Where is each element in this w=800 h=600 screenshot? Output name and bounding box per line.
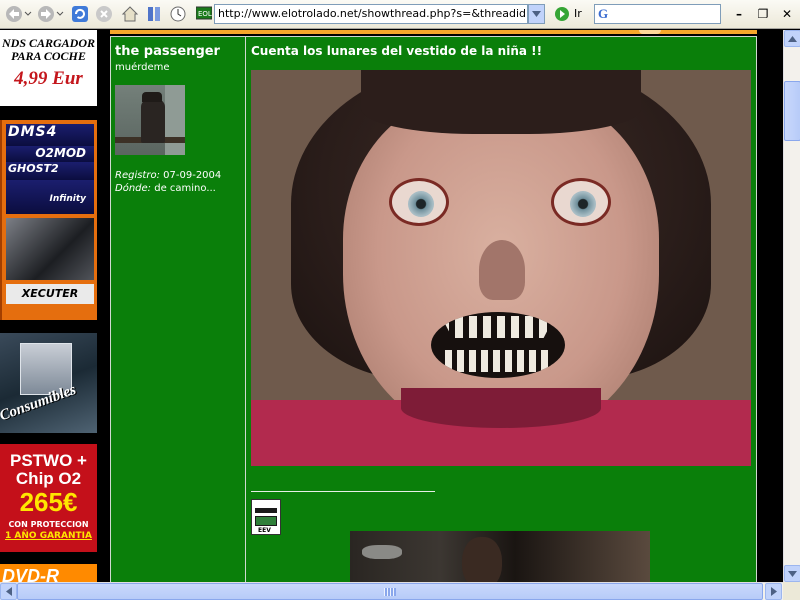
forward-arrow-icon [38,6,64,22]
close-button[interactable]: ✕ [778,5,796,23]
ad4-line4: 1 AÑO GARANTIA [5,531,92,541]
registration-label: Registro: [115,170,160,181]
stop-icon [96,6,112,22]
scroll-right-button[interactable] [765,583,782,600]
browser-toolbar: EOL http://www.elotrolado.net/showthread… [0,0,800,29]
ad2-title: DMS4 [6,124,94,146]
stop-button[interactable] [94,4,114,24]
search-engine-logo: G [598,6,609,21]
scroll-up-button[interactable] [784,30,800,47]
scroll-up-arrow-icon [788,35,797,42]
signature-image[interactable] [350,531,650,582]
search-input[interactable]: G [594,4,721,24]
message-title: Cuenta los lunares del vestido de la niñ… [251,44,543,58]
horizontal-scroll-thumb[interactable] [17,583,763,600]
scroll-down-arrow-icon [788,570,797,577]
address-bar[interactable]: http://www.elotrolado.net/showthread.php… [214,4,528,24]
ad-column: NDS CARGADOR PARA COCHE 4,99 Eur DMS4 O2… [0,30,97,600]
history-button[interactable] [168,4,188,24]
console-image [6,218,94,280]
signature-badge-icon[interactable]: EEV [251,499,281,535]
forum-post: the passenger muérdeme Registro: 07-09-2… [110,36,757,582]
ad2-ghost: GHOST2 [6,162,94,180]
svg-text:EOL: EOL [198,10,212,18]
refresh-icon [72,6,88,22]
ad2-o2mod: O2MOD [6,146,94,162]
ad-nds-charger[interactable]: NDS CARGADOR PARA COCHE 4,99 Eur [0,30,97,106]
back-button[interactable] [4,4,32,24]
ad2-xecuter: XECUTER [6,284,94,304]
ad1-line2: PARA COCHE [11,49,86,63]
message-pane: Cuenta los lunares del vestido de la niñ… [247,37,757,582]
vertical-scrollbar[interactable] [783,30,800,582]
post-image[interactable] [251,70,751,466]
scroll-left-button[interactable] [0,583,17,600]
user-details: Registro: 07-09-2004 Dónde: de camino... [115,169,221,195]
scroll-left-arrow-icon [5,587,12,596]
ad-consumibles[interactable]: Consumibles [0,333,97,433]
ad4-line1: PSTWO + [10,451,87,470]
user-title: muérdeme [115,62,170,73]
scroll-right-arrow-icon [770,587,777,596]
avatar [115,85,185,155]
minimize-button[interactable]: – [730,5,748,23]
back-arrow-icon [6,6,32,22]
ad2-infinity: Infinity [6,180,94,214]
ad4-price: 265€ [19,487,78,517]
location-row: Dónde: de camino... [115,182,221,195]
scroll-down-button[interactable] [784,565,800,582]
location-label: Dónde: [115,183,152,194]
horizontal-scrollbar[interactable] [0,582,783,600]
ad-modchips[interactable]: DMS4 O2MOD GHOST2 Infinity XECUTER [0,120,97,320]
username[interactable]: the passenger [115,44,220,59]
bookmarks-button[interactable] [144,4,164,24]
ad4-line2: Chip O2 [15,469,82,488]
vertical-scroll-thumb[interactable] [784,81,800,141]
history-clock-icon [170,6,186,22]
go-button[interactable] [554,6,570,22]
forward-button[interactable] [36,4,64,24]
refresh-button[interactable] [70,4,90,24]
ad4-line3: CON PROTECCION [8,520,89,529]
restore-button[interactable]: ❐ [754,5,772,23]
address-dropdown-button[interactable] [528,4,545,24]
location-value: de camino... [154,183,216,194]
go-label[interactable]: Ir [574,7,582,20]
home-icon [121,6,139,22]
user-info-pane: the passenger muérdeme Registro: 07-09-2… [111,37,246,582]
signature-divider [251,491,435,492]
registration-row: Registro: 07-09-2004 [115,169,221,182]
scrollbar-corner [783,582,800,600]
window-controls: – ❐ ✕ [730,5,800,23]
chevron-down-icon [532,11,541,17]
go-arrow-icon [555,7,569,21]
registration-value: 07-09-2004 [163,170,222,181]
header-notch [639,30,661,34]
ad1-price: 4,99 Eur [14,68,83,89]
ad-pstwo-chip[interactable]: PSTWO + Chip O2 265€ CON PROTECCION 1 AÑ… [0,444,97,552]
forum-page: the passenger muérdeme Registro: 07-09-2… [97,30,783,582]
bookmarks-icon [148,7,160,21]
site-favicon: EOL [195,5,213,21]
home-button[interactable] [120,4,140,24]
favicon-icon: EOL [195,6,213,20]
